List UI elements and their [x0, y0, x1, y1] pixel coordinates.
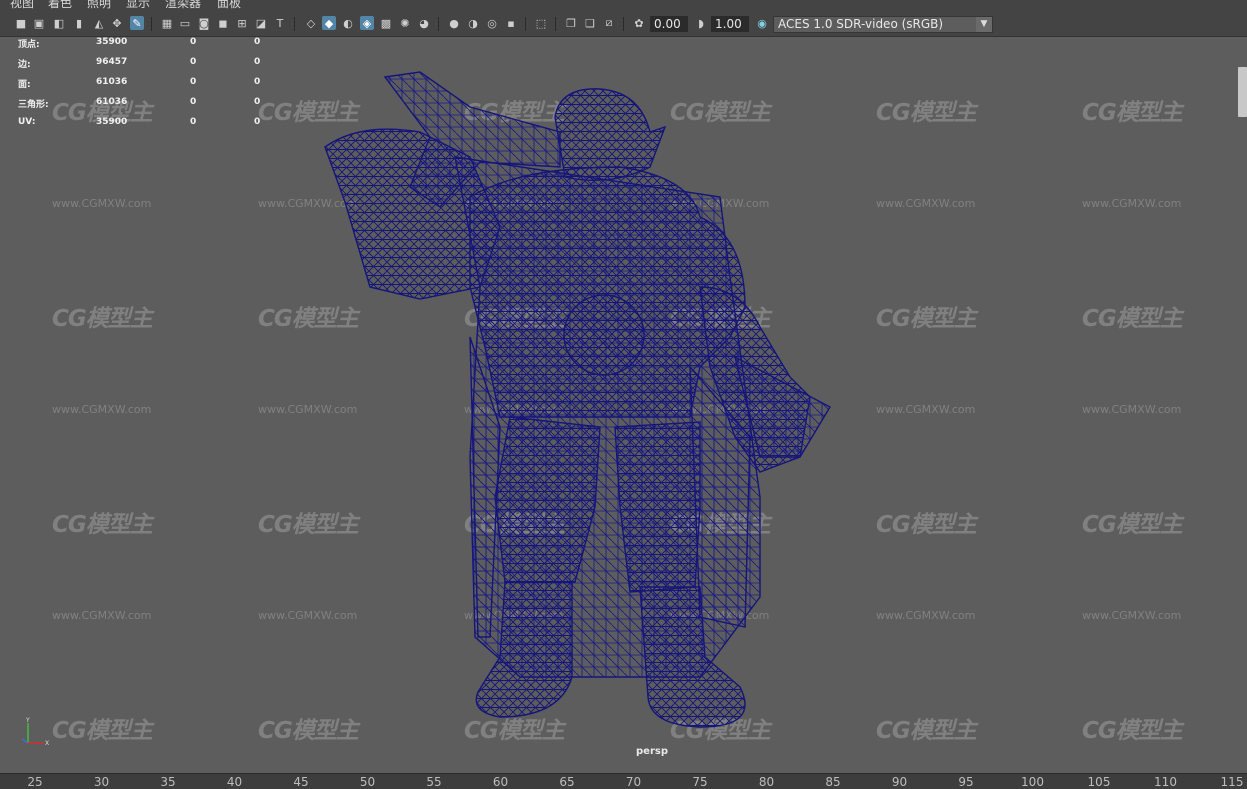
exposure-icon[interactable]: ✿ [632, 16, 646, 30]
timeline-tick-label: 25 [27, 775, 43, 789]
motion-blur-icon[interactable]: ◑ [466, 16, 480, 30]
camera-attributes-icon[interactable]: ◧ [52, 16, 66, 30]
poly-count-hud: 顶点: 35900 0 0 边: 96457 0 0 面: 61036 0 0 三角形: 61036… [18, 37, 268, 137]
timeline-tick-label: 40 [226, 775, 243, 789]
timeline-tick-label: 65 [559, 775, 575, 789]
lights-icon[interactable]: ✺ [398, 16, 412, 30]
menu-lighting[interactable]: 照明 [87, 0, 111, 10]
smooth-shade-icon[interactable]: ◆ [322, 16, 336, 30]
camera-lock-icon[interactable]: ▣ [32, 16, 46, 30]
timeline-tick-label: 100 [1021, 775, 1044, 789]
hud-row-triangles: 三角形: 61036 0 0 [18, 97, 261, 110]
timeline-tick-label: 105 [1087, 775, 1111, 789]
timeline-tick-label: 45 [293, 775, 309, 789]
default-material-icon[interactable]: ◐ [341, 16, 355, 30]
wireframe-on-shaded-icon[interactable]: ◈ [360, 16, 374, 30]
film-gate-icon[interactable]: ▭ [178, 16, 192, 30]
safe-title-icon[interactable]: T [273, 16, 287, 30]
viewport-menu-bar: 视图 着色 照明 显示 渲染器 面板 [0, 0, 1247, 12]
hud-row-vertices: 顶点: 35900 0 0 [18, 37, 261, 50]
grease-pencil-icon[interactable]: ✎ [130, 16, 144, 30]
time-slider-ruler[interactable]: 25 30 35 40 45 50 55 60 65 70 75 80 85 90 95 100 105 110 1… [0, 773, 1247, 789]
color-management-icon[interactable]: ◉ [755, 16, 769, 30]
wireframe-icon[interactable]: ◇ [304, 16, 318, 30]
svg-text:Y: Y [25, 717, 30, 724]
timeline-tick-label: 80 [758, 775, 775, 789]
isolate-select-icon[interactable]: ⬚ [534, 16, 548, 30]
menu-panels[interactable]: 面板 [217, 0, 241, 10]
timeline-tick-label: 35 [160, 775, 176, 789]
menu-view[interactable]: 视图 [10, 0, 34, 10]
timeline-tick-label: 110 [1154, 775, 1177, 789]
bookmark-icon[interactable]: ▮ [72, 16, 86, 30]
timeline-tick-label: 95 [958, 775, 974, 789]
screen-space-ao-icon[interactable]: ● [447, 16, 461, 30]
timeline-tick-label: 55 [426, 775, 442, 789]
gamma-icon[interactable]: ◗ [694, 16, 708, 30]
timeline-tick-label: 75 [692, 775, 708, 789]
axis-gizmo: Y X [21, 717, 49, 747]
safe-action-icon[interactable]: ◪ [254, 16, 268, 30]
xray-joints-icon[interactable]: ❏ [583, 16, 597, 30]
menu-shading[interactable]: 着色 [48, 0, 72, 10]
field-chart-icon[interactable]: ⊞ [235, 16, 249, 30]
menu-show[interactable]: 显示 [126, 0, 150, 10]
wireframe-character-model [324, 71, 831, 728]
color-space-value: ACES 1.0 SDR-video (sRGB) [778, 17, 944, 31]
timeline-tick-label: 30 [93, 775, 110, 789]
depth-of-field-icon[interactable]: ▪ [504, 16, 518, 30]
viewport-toolbar: ■ ▣ ◧ ▮ ◭ ✥ ✎ ▦ ▭ ◙ ◼ ⊞ ◪ T ◇ ◆ ◐ ◈ ▩ ✺ … [0, 12, 1247, 37]
gamma-field[interactable]: 1.00 [711, 16, 749, 32]
menu-renderer[interactable]: 渲染器 [165, 0, 201, 10]
chevron-down-icon: ▼ [976, 17, 992, 32]
timeline-tick-label: 60 [492, 775, 509, 789]
camera-name-label: persp [636, 746, 668, 757]
move-camera-icon[interactable]: ✥ [110, 16, 124, 30]
viewport-scrollbar[interactable] [1238, 67, 1247, 117]
timeline-tick-label: 50 [359, 775, 376, 789]
resolution-gate-icon[interactable]: ◙ [197, 16, 211, 30]
color-space-dropdown[interactable]: ACES 1.0 SDR-video (sRGB) ▼ [773, 16, 993, 33]
svg-text:X: X [45, 740, 49, 747]
image-plane-icon[interactable]: ◭ [92, 16, 106, 30]
timeline-tick-label: 90 [891, 775, 908, 789]
hud-row-faces: 面: 61036 0 0 [18, 77, 261, 90]
xray-components-icon[interactable]: ⧄ [602, 16, 616, 30]
exposure-field[interactable]: 0.00 [650, 16, 688, 32]
xray-icon[interactable]: ❐ [564, 16, 578, 30]
timeline-tick-label: 85 [825, 775, 841, 789]
camera-icon[interactable]: ■ [14, 16, 28, 30]
grid-icon[interactable]: ▦ [160, 16, 174, 30]
multisample-aa-icon[interactable]: ◎ [485, 16, 499, 30]
hud-row-uvs: UV: 35900 0 0 [18, 117, 261, 127]
hud-row-edges: 边: 96457 0 0 [18, 57, 261, 70]
gate-mask-icon[interactable]: ◼ [216, 16, 230, 30]
shadows-icon[interactable]: ◕ [417, 16, 431, 30]
timeline-tick-label: 70 [625, 775, 642, 789]
timeline-tick-label: 115 [1220, 775, 1244, 789]
textured-icon[interactable]: ▩ [379, 16, 393, 30]
3d-viewport[interactable]: CG模型主 www.CGMXW.com CG模型主 www.CGMXW.com CG模型… [0, 37, 1247, 773]
